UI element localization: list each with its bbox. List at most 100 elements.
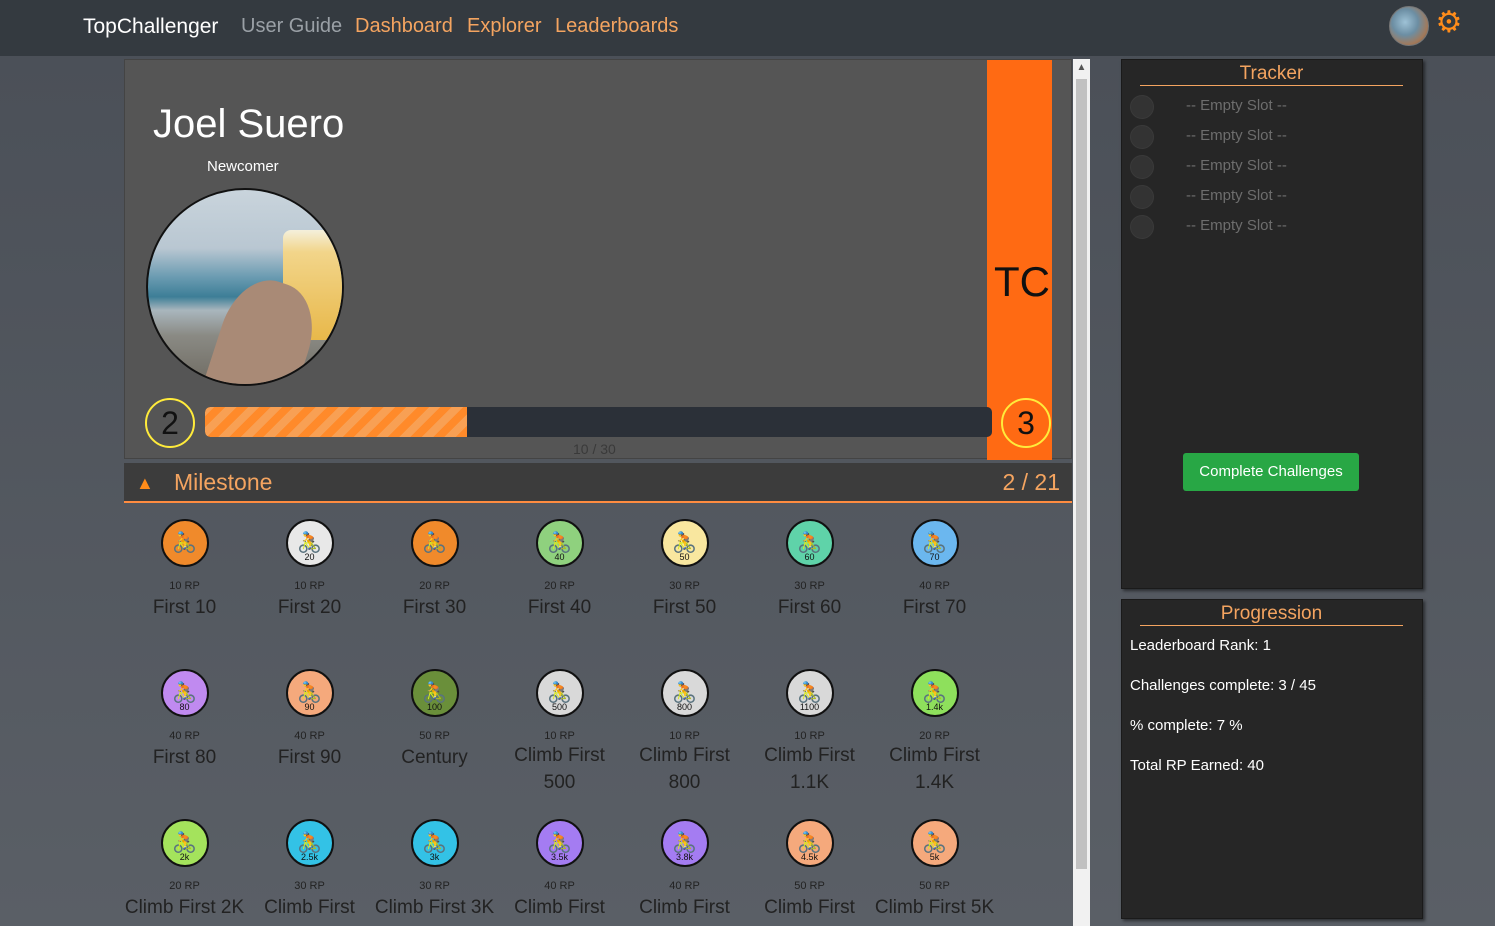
badge-number: 4.5k [800, 852, 818, 862]
badge-number: 70 [929, 552, 940, 562]
bicycle-icon: 🚴 [422, 532, 447, 554]
brand-logo[interactable]: TopChallenger [83, 15, 218, 39]
cyclist-badge-icon: 🚴 40 [535, 519, 584, 567]
tracker-slot[interactable]: -- Empty Slot -- [1186, 97, 1287, 114]
badge-rp: 40 RP [544, 880, 575, 892]
badge-rp: 50 RP [419, 730, 450, 742]
badge-number: 40 [554, 552, 565, 562]
slot-icon [1130, 215, 1154, 239]
scroll-up-arrow-icon[interactable]: ▲ [1073, 59, 1090, 76]
tracker-slot[interactable]: -- Empty Slot -- [1186, 157, 1287, 174]
badge-rp: 40 RP [669, 880, 700, 892]
badge-card[interactable]: 🚴 20 10 RP First 20 [247, 519, 372, 621]
complete-challenges-button[interactable]: Complete Challenges [1183, 453, 1359, 491]
slot-icon [1130, 185, 1154, 209]
tracker-title: Tracker [1140, 63, 1403, 86]
chevron-up-icon[interactable]: ▲ [136, 473, 154, 494]
badge-card[interactable]: 🚴 500 10 RP Climb First 500 [497, 669, 622, 796]
scroll-thumb[interactable] [1076, 79, 1087, 869]
tracker-slot[interactable]: -- Empty Slot -- [1186, 217, 1287, 234]
badge-name: Climb First 5K [874, 897, 995, 918]
badge-card[interactable]: 🚴 2.5k 30 RP Climb First [247, 819, 372, 921]
badge-rp: 40 RP [169, 730, 200, 742]
badge-number: 3.8k [675, 852, 693, 862]
cyclist-badge-icon: 🚴 90 [285, 669, 334, 717]
badge-rp: 50 RP [919, 880, 950, 892]
nav-dashboard[interactable]: Dashboard [355, 15, 453, 38]
badge-number: 20 [304, 552, 315, 562]
badge-card[interactable]: 🚴 1100 10 RP Climb First 1.1K [747, 669, 872, 796]
badge-number: 60 [804, 552, 815, 562]
badge-card[interactable]: 🚴 90 40 RP First 90 [247, 669, 372, 771]
badge-number: 1.4k [925, 702, 943, 712]
badge-card[interactable]: 🚴 3.5k 40 RP Climb First [497, 819, 622, 921]
badge-number: 3k [429, 852, 440, 862]
badge-number: 50 [679, 552, 690, 562]
nav-leaderboards[interactable]: Leaderboards [555, 15, 678, 38]
tracker-slot[interactable]: -- Empty Slot -- [1186, 127, 1287, 144]
current-level-badge: 2 [145, 398, 195, 448]
badge-number: 90 [304, 702, 315, 712]
badge-name: Climb First [264, 897, 355, 918]
badge-card[interactable]: 🚴 70 40 RP First 70 [872, 519, 997, 621]
nav-user-guide[interactable]: User Guide [241, 15, 342, 38]
gear-icon[interactable]: ⚙ [1434, 8, 1464, 38]
badge-name: First 10 [152, 597, 217, 618]
cyclist-badge-icon: 🚴 60 [785, 519, 834, 567]
profile-card: Joel Suero Newcomer TC 2 3 10 / 30 [124, 59, 1072, 460]
cyclist-badge-icon: 🚴 5k [910, 819, 959, 867]
badge-card[interactable]: 🚴 10 RP First 10 [122, 519, 247, 621]
badge-card[interactable]: 🚴 80 40 RP First 80 [122, 669, 247, 771]
xp-progress-text: 10 / 30 [573, 441, 616, 457]
progression-panel: Progression Leaderboard Rank: 1 Challeng… [1121, 599, 1423, 919]
badge-card[interactable]: 🚴 3k 30 RP Climb First 3K [372, 819, 497, 921]
user-avatar[interactable] [1389, 6, 1429, 46]
badge-card[interactable]: 🚴 60 30 RP First 60 [747, 519, 872, 621]
badge-number: 800 [676, 702, 693, 712]
badge-card[interactable]: 🚴 2k 20 RP Climb First 2K [122, 819, 247, 921]
next-level-badge: 3 [1001, 398, 1051, 448]
badge-rp: 10 RP [669, 730, 700, 742]
badge-number: 1100 [799, 702, 820, 712]
badge-card[interactable]: 🚴 50 30 RP First 50 [622, 519, 747, 621]
badge-name: Climb First 500 [514, 745, 605, 793]
badge-card[interactable]: 🚴 1.4k 20 RP Climb First 1.4K [872, 669, 997, 796]
progression-title: Progression [1140, 603, 1403, 626]
slot-icon [1130, 155, 1154, 179]
badge-card[interactable]: 🚴 3.8k 40 RP Climb First [622, 819, 747, 921]
badge-card[interactable]: 🚴 40 20 RP First 40 [497, 519, 622, 621]
badge-card[interactable]: 🚴 20 RP First 30 [372, 519, 497, 621]
cyclist-badge-icon: 🚴 800 [660, 669, 709, 717]
slot-icon [1130, 125, 1154, 149]
badge-rp: 40 RP [294, 730, 325, 742]
badge-name: Climb First 1.1K [764, 745, 855, 793]
profile-rank-title: Newcomer [207, 158, 279, 175]
cyclist-badge-icon: 🚴 3.5k [535, 819, 584, 867]
badge-name: Climb First [514, 897, 605, 918]
badge-name: First 80 [152, 747, 217, 768]
badge-name: Century [401, 747, 468, 768]
cyclist-badge-icon: 🚴 [160, 519, 209, 567]
badge-name: Climb First 800 [639, 745, 730, 793]
cyclist-badge-icon: 🚴 80 [160, 669, 209, 717]
badge-rp: 30 RP [794, 580, 825, 592]
milestone-section-header[interactable]: ▲ Milestone 2 / 21 [124, 463, 1072, 503]
tc-label: TC [994, 258, 1050, 305]
badge-card[interactable]: 🚴 4.5k 50 RP Climb First [747, 819, 872, 921]
badge-name: Climb First 1.4K [889, 745, 980, 793]
nav-explorer[interactable]: Explorer [467, 15, 541, 38]
badge-number: 3.5k [550, 852, 568, 862]
badge-rp: 30 RP [419, 880, 450, 892]
bicycle-icon: 🚴 [172, 532, 197, 554]
badge-number: 100 [426, 702, 443, 712]
main-scrollbar[interactable]: ▲ [1073, 59, 1090, 926]
badge-rp: 50 RP [794, 880, 825, 892]
badge-card[interactable]: 🚴 5k 50 RP Climb First 5K [872, 819, 997, 921]
cyclist-badge-icon: 🚴 50 [660, 519, 709, 567]
badge-card[interactable]: 🚴 800 10 RP Climb First 800 [622, 669, 747, 796]
xp-progress-bar [205, 407, 992, 437]
badge-card[interactable]: 🚴 100 50 RP Century [372, 669, 497, 771]
tracker-slot[interactable]: -- Empty Slot -- [1186, 187, 1287, 204]
badge-number: 80 [179, 702, 190, 712]
cyclist-badge-icon: 🚴 3k [410, 819, 459, 867]
